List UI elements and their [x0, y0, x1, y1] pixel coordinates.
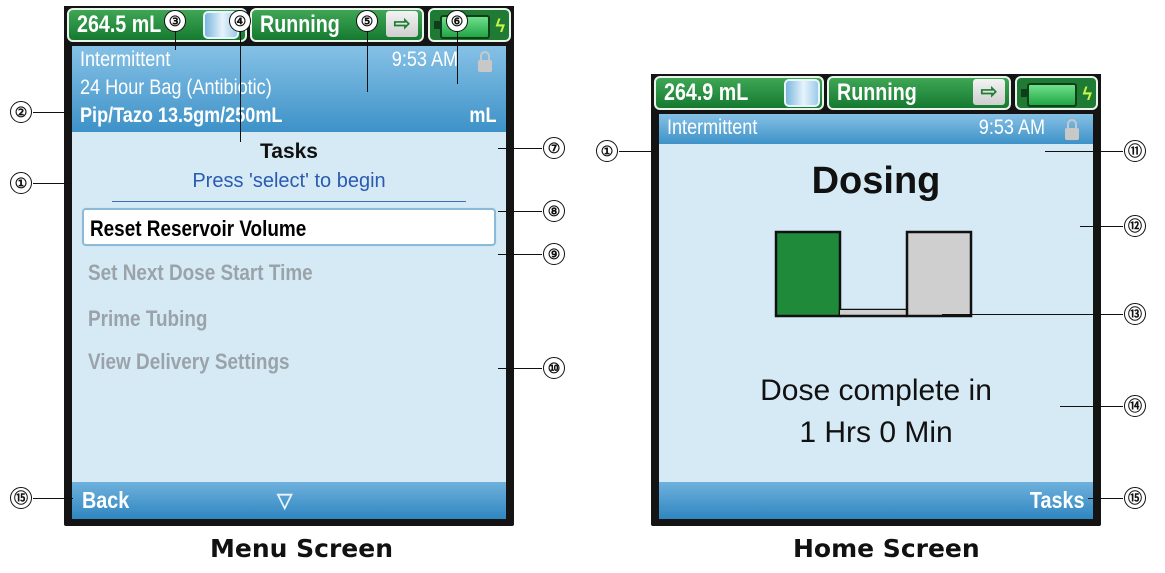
lock-icon — [478, 51, 492, 72]
callout-3-line — [175, 32, 177, 50]
menu-item-label: Set Next Dose Start Time — [88, 260, 313, 285]
home-header: Intermittent 9:53 AM — [659, 114, 1093, 144]
home-softkey-bar: Tasks — [659, 482, 1093, 519]
menu-item-set-next-dose-start-time[interactable]: Set Next Dose Start Time — [82, 254, 496, 292]
home-screen-display: Intermittent 9:53 AM Dosing Dose complet… — [659, 114, 1093, 519]
callout-7: ⑦ — [543, 137, 565, 159]
callout-9: ⑨ — [543, 243, 565, 265]
pump-status-text: Running — [837, 79, 917, 106]
lock-icon — [1065, 119, 1079, 140]
menu-softkey-bar: Back ▽ — [72, 482, 506, 519]
callout-8-line — [498, 211, 542, 213]
bag-name: 24 Hour Bag (Antibiotic) — [80, 76, 272, 99]
battery-indicator: ϟ — [1015, 76, 1098, 110]
callout-15-home-line — [1088, 498, 1123, 500]
callout-11-line — [1045, 151, 1123, 153]
callout-15-home-right: ⑮ — [1124, 487, 1146, 509]
callout-7-line — [498, 148, 542, 150]
volume-unit: mL — [468, 104, 496, 127]
clock-time: 9:53 AM — [391, 48, 458, 71]
callout-1-home-line — [619, 151, 659, 153]
tasks-hint: Press 'select' to begin — [192, 170, 386, 192]
menu-item-label: Prime Tubing — [88, 306, 208, 331]
plug-icon: ϟ — [495, 16, 505, 36]
therapy-mode: Intermittent — [667, 116, 758, 139]
clock-time: 9:53 AM — [978, 116, 1045, 139]
callout-6-line — [457, 32, 459, 84]
callout-1: ① — [10, 172, 32, 194]
callout-2: ② — [10, 101, 32, 123]
menu-item-reset-reservoir-volume[interactable]: Reset Reservoir Volume — [82, 208, 496, 246]
menu-item-prime-tubing[interactable]: Prime Tubing — [82, 300, 496, 338]
callout-2-line — [33, 112, 68, 114]
battery-indicator: ϟ — [428, 8, 511, 42]
reservoir-volume-text: 264.5 mL — [77, 11, 162, 38]
reservoir-icon — [784, 79, 820, 107]
callout-1-line — [33, 183, 71, 185]
callout-11: ⑪ — [1124, 140, 1146, 162]
dose-remaining-time: 1 Hrs 0 Min — [799, 416, 953, 449]
runner-icon: ⇨ — [973, 79, 1005, 105]
dosing-title: Dosing — [811, 160, 941, 202]
menu-item-label: Reset Reservoir Volume — [90, 216, 307, 241]
plug-icon: ϟ — [1082, 84, 1092, 104]
menu-header: Intermittent 9:53 AM 24 Hour Bag (Antibi… — [72, 46, 506, 132]
menu-screen-display: Intermittent 9:53 AM 24 Hour Bag (Antibi… — [72, 46, 506, 519]
tasks-divider — [112, 201, 466, 202]
therapy-mode: Intermittent — [80, 48, 171, 71]
callout-12: ⑫ — [1124, 215, 1146, 237]
reservoir-volume-text: 264.9 mL — [664, 79, 749, 106]
callout-14-line — [1060, 406, 1123, 408]
home-screen-frame: 264.9 mL Running ⇨ ϟ Intermittent 9:53 A… — [651, 74, 1101, 526]
patient-bag — [905, 230, 973, 318]
menu-screen-frame: 264.5 mL Running ⇨ ϟ Intermittent 9:53 A… — [64, 6, 514, 526]
callout-9-line — [498, 254, 542, 256]
callout-8: ⑧ — [543, 200, 565, 222]
callout-12-line — [1080, 226, 1123, 228]
callout-14: ⑭ — [1124, 395, 1146, 417]
callout-5-line — [367, 32, 369, 92]
home-screen-caption: Home Screen — [793, 534, 980, 563]
source-bag-fill — [774, 230, 842, 318]
callout-5: ⑤ — [356, 10, 378, 32]
callout-1-home: ① — [596, 140, 618, 162]
runner-icon: ⇨ — [386, 11, 418, 37]
scroll-down-icon: ▽ — [277, 490, 293, 512]
callout-15: ⑮ — [10, 487, 32, 509]
home-status-bar: 264.9 mL Running ⇨ ϟ — [651, 74, 1101, 114]
pump-status-text: Running — [260, 11, 340, 38]
callout-4-line — [240, 32, 242, 142]
callout-15-line — [33, 498, 73, 500]
callout-4: ④ — [229, 10, 251, 32]
callout-10-line — [498, 368, 542, 370]
drug-name: Pip/Tazo 13.5gm/250mL — [80, 104, 283, 127]
back-softkey[interactable]: Back — [82, 487, 129, 514]
tasks-title: Tasks — [260, 140, 318, 163]
callout-6: ⑥ — [446, 10, 468, 32]
callout-3: ③ — [164, 10, 186, 32]
callout-10: ⑩ — [543, 357, 565, 379]
callout-13-line — [942, 314, 1123, 316]
callout-13: ⑬ — [1124, 303, 1146, 325]
tasks-softkey[interactable]: Tasks — [1030, 487, 1085, 514]
menu-screen-caption: Menu Screen — [210, 534, 393, 563]
menu-item-view-delivery-settings[interactable]: View Delivery Settings — [82, 343, 496, 381]
battery-icon — [1027, 83, 1077, 107]
dose-complete-label: Dose complete in — [760, 374, 992, 407]
menu-item-label: View Delivery Settings — [88, 349, 290, 374]
